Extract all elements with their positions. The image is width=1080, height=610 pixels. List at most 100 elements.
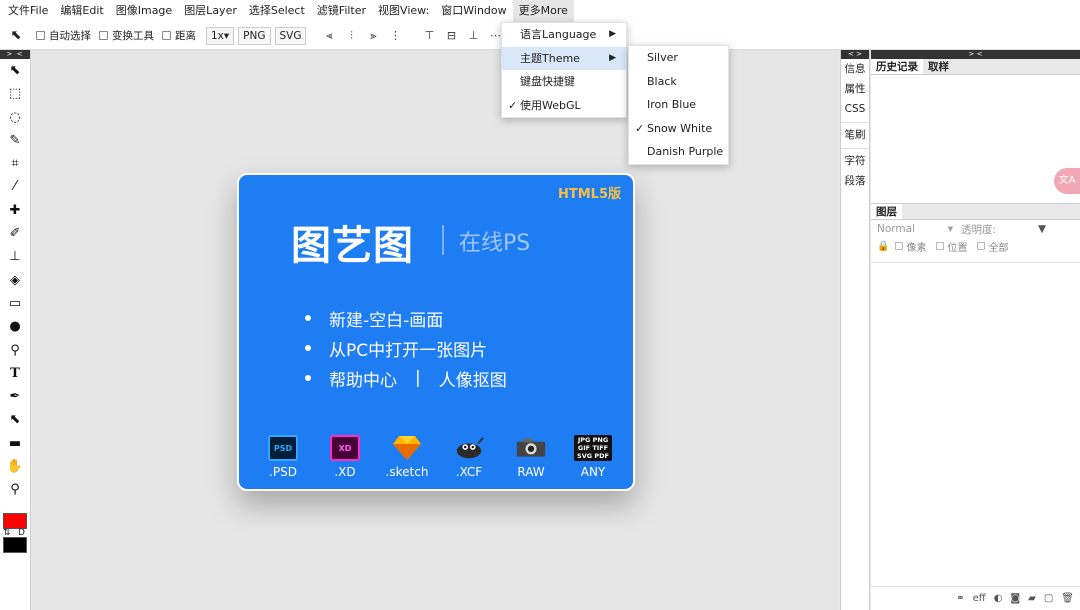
distance-checkbox[interactable]: 距离	[162, 28, 196, 43]
effects-button[interactable]: eff	[973, 593, 986, 604]
blend-mode-select[interactable]: Normal ▾	[877, 223, 957, 235]
side-tab-strip: < > 信息 属性 CSS 笔刷 字符 段落	[840, 50, 870, 610]
help-center-link[interactable]: 帮助中心	[329, 366, 397, 391]
theme-silver[interactable]: Silver	[629, 46, 728, 70]
tab-history[interactable]: 历史记录	[871, 59, 923, 74]
theme-iron-blue[interactable]: Iron Blue	[629, 93, 728, 117]
theme-snow-white[interactable]: ✓ Snow White	[629, 117, 728, 141]
align-top-icon[interactable]: ⊤	[418, 29, 440, 42]
transform-tools-checkbox[interactable]: 变换工具	[99, 28, 154, 43]
tab-character[interactable]: 字符	[841, 151, 869, 171]
link-icon[interactable]: ⚭	[956, 593, 964, 604]
auto-select-checkbox[interactable]: 自动选择	[36, 28, 91, 43]
lock-pixels-label: 像素	[906, 242, 927, 254]
tab-info[interactable]: 信息	[841, 59, 869, 79]
checkbox-box	[162, 31, 171, 40]
lock-pixels-checkbox[interactable]: 像素	[895, 239, 926, 254]
export-svg-button[interactable]: SVG	[274, 26, 307, 45]
trash-icon[interactable]: 🗑	[1061, 593, 1074, 604]
menu-select[interactable]: 选择Select	[243, 0, 311, 22]
tools-panel: > < ⬉ ⬚ ◌ ✎ ⌗ ⁄ ✚ ✐ ⊥ ◈ ▭ ● ⚲ T ✒ ⬉ ▬ ✋ …	[0, 50, 31, 610]
foreground-color[interactable]	[3, 513, 27, 529]
format-psd[interactable]: PSD .PSD	[259, 435, 307, 479]
lock-position-checkbox[interactable]: 位置	[936, 239, 967, 254]
new-layer-icon[interactable]: ▢	[1044, 593, 1053, 604]
eraser-tool-icon[interactable]: ◈	[0, 269, 30, 292]
menu-filter[interactable]: 滤镜Filter	[311, 0, 372, 22]
format-label: .sketch	[385, 465, 429, 479]
tab-layers[interactable]: 图层	[871, 204, 902, 219]
opacity-dropdown-icon[interactable]: ▼	[1038, 223, 1046, 235]
menu-layer[interactable]: 图层Layer	[178, 0, 243, 22]
background-color[interactable]	[3, 537, 27, 553]
format-xd[interactable]: XD .XD	[321, 435, 369, 479]
distribute-h-icon[interactable]: ⋮	[384, 29, 406, 43]
panel-collapse-handle[interactable]: < >	[841, 50, 869, 59]
eyedropper-icon[interactable]: ⁄	[0, 175, 30, 198]
checkbox-box	[36, 31, 45, 40]
open-from-pc-link[interactable]: 从PC中打开一张图片	[329, 336, 487, 361]
move-tool-icon[interactable]: ⬉	[0, 59, 30, 82]
format-xcf[interactable]: .XCF	[445, 435, 493, 479]
menu-more[interactable]: 更多More	[512, 0, 574, 22]
menu-file[interactable]: 文件File	[2, 0, 54, 22]
marquee-tool-icon[interactable]: ⬚	[0, 82, 30, 105]
checkmark-icon: ✓	[508, 98, 518, 112]
distance-label: 距离	[175, 30, 196, 42]
menu-item-theme[interactable]: 主题Theme ▶	[502, 46, 626, 70]
menu-window[interactable]: 窗口Window	[435, 0, 512, 22]
tab-brush[interactable]: 笔刷	[841, 125, 869, 145]
zoom-tool-icon[interactable]: ⚲	[0, 478, 30, 501]
scale-select[interactable]: 1x▾	[206, 26, 235, 45]
pen-tool-icon[interactable]: ✒	[0, 385, 30, 408]
gradient-tool-icon[interactable]: ▭	[0, 292, 30, 315]
dodge-tool-icon[interactable]: ⚲	[0, 339, 30, 362]
menu-image[interactable]: 图像Image	[110, 0, 178, 22]
align-bottom-icon[interactable]: ⊥	[462, 29, 484, 42]
panel-collapse-handle[interactable]: > <	[871, 50, 1080, 59]
format-any[interactable]: JPG PNG GIF TIFF SVG PDF ANY	[569, 435, 617, 479]
format-sketch[interactable]: .sketch	[383, 435, 431, 479]
new-blank-link[interactable]: 新建-空白-画面	[329, 306, 443, 331]
quick-select-icon[interactable]: ✎	[0, 129, 30, 152]
align-center-icon[interactable]: ⫶	[340, 29, 362, 43]
panel-collapse-handle[interactable]: > <	[0, 50, 30, 59]
menu-edit[interactable]: 编辑Edit	[54, 0, 109, 22]
menu-item-language[interactable]: 语言Language ▶	[502, 23, 626, 47]
portrait-cutout-link[interactable]: 人像抠图	[439, 366, 507, 391]
translate-icon[interactable]: 文A	[1054, 168, 1080, 194]
theme-danish-purple[interactable]: Danish Purple	[629, 140, 728, 164]
tab-swatch[interactable]: 取样	[923, 59, 954, 74]
tab-properties[interactable]: 属性	[841, 79, 869, 99]
healing-brush-icon[interactable]: ✚	[0, 199, 30, 222]
shape-tool-icon[interactable]: ▬	[0, 432, 30, 455]
transform-tools-label: 变换工具	[112, 30, 154, 42]
blur-tool-icon[interactable]: ●	[0, 315, 30, 338]
text-tool-icon[interactable]: T	[0, 362, 30, 385]
hand-tool-icon[interactable]: ✋	[0, 455, 30, 478]
menu-item-shortcuts[interactable]: 键盘快捷键	[502, 70, 626, 94]
format-raw[interactable]: RAW	[507, 435, 555, 479]
folder-icon[interactable]: ▰	[1028, 593, 1036, 604]
align-right-icon[interactable]: ⫸	[362, 29, 384, 43]
menu-view[interactable]: 视图View:	[372, 0, 435, 22]
theme-label: Danish Purple	[647, 145, 724, 158]
theme-label: Black	[647, 74, 677, 88]
lock-all-label: 全部	[988, 242, 1009, 254]
lasso-tool-icon[interactable]: ◌	[0, 106, 30, 129]
export-png-button[interactable]: PNG	[238, 26, 271, 45]
align-middle-icon[interactable]: ⊟	[440, 29, 462, 42]
lock-all-checkbox[interactable]: 全部	[977, 239, 1008, 254]
brush-tool-icon[interactable]: ✐	[0, 222, 30, 245]
crop-tool-icon[interactable]: ⌗	[0, 152, 30, 175]
stamp-tool-icon[interactable]: ⊥	[0, 245, 30, 268]
mask-icon[interactable]: ◙	[1010, 593, 1020, 604]
tab-css[interactable]: CSS	[841, 99, 869, 119]
theme-black[interactable]: Black	[629, 70, 728, 94]
path-select-icon[interactable]: ⬉	[0, 408, 30, 431]
adjustment-icon[interactable]: ◐	[994, 593, 1003, 604]
align-left-icon[interactable]: ⫷	[318, 29, 340, 43]
menu-item-webgl[interactable]: ✓ 使用WebGL	[502, 94, 626, 118]
app-title: 图艺图	[291, 223, 414, 269]
tab-paragraph[interactable]: 段落	[841, 171, 869, 191]
